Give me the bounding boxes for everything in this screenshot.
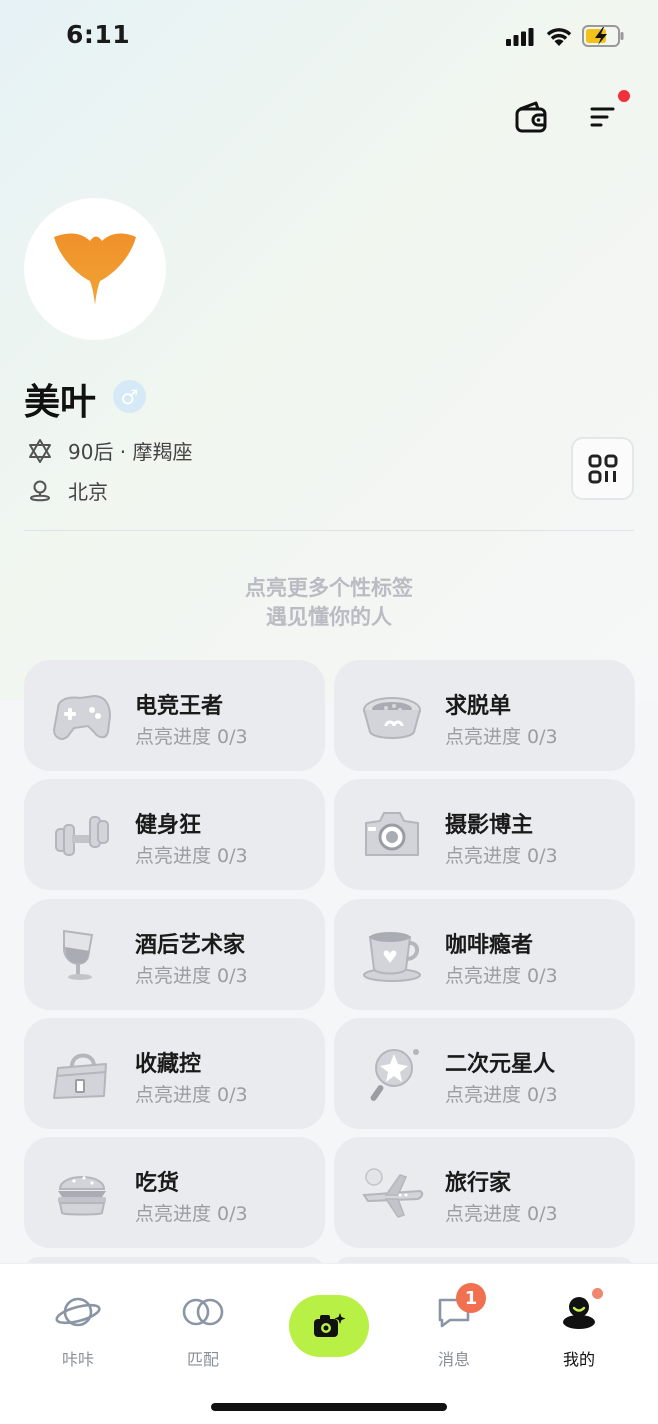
tab-label: 咔咔 [61, 1350, 94, 1369]
tag-card-dating[interactable]: 求脱单 点亮进度 0/3 [334, 660, 635, 771]
status-time: 6:11 [66, 20, 131, 49]
wallet-button[interactable] [511, 97, 551, 137]
home-indicator [211, 1403, 447, 1411]
birth-info-text: 90后 · 摩羯座 [68, 440, 193, 464]
slogan-line-2: 遇见懂你的人 [266, 605, 392, 629]
tag-title: 电竞王者 [135, 694, 224, 719]
tag-card-travel[interactable]: 旅行家 点亮进度 0/3 [334, 1137, 635, 1248]
tag-card-coffee[interactable]: 咖啡瘾者 点亮进度 0/3 [334, 899, 635, 1010]
wallet-icon [515, 101, 547, 133]
location-pin-icon [26, 477, 54, 505]
tag-progress: 点亮进度 0/3 [445, 965, 558, 987]
tag-progress: 点亮进度 0/3 [445, 1084, 558, 1106]
tag-title: 健身狂 [135, 813, 202, 838]
tag-title: 求脱单 [445, 694, 512, 719]
me-notification-dot [592, 1288, 603, 1299]
menu-button[interactable] [584, 97, 624, 137]
tag-title: 酒后艺术家 [135, 933, 246, 958]
user-name: 美叶 [24, 382, 97, 423]
handbag-icon [53, 1053, 107, 1099]
tag-card-gaming[interactable]: 电竞王者 点亮进度 0/3 [24, 660, 325, 771]
message-badge: 1 [456, 1283, 486, 1313]
gender-male-icon: ♂ [113, 380, 146, 413]
cellular-signal-icon [506, 28, 534, 46]
ginkgo-leaf-icon [54, 233, 136, 305]
tag-card-anime[interactable]: 二次元星人 点亮进度 0/3 [334, 1018, 635, 1129]
coffee-cup-icon [363, 932, 421, 982]
tag-progress: 点亮进度 0/3 [135, 1084, 248, 1106]
tab-label: 匹配 [186, 1350, 219, 1369]
tag-title: 摄影博主 [445, 813, 534, 838]
tag-card-collecting[interactable]: 收藏控 点亮进度 0/3 [24, 1018, 325, 1129]
location-text: 北京 [68, 480, 108, 504]
section-divider [24, 530, 634, 531]
status-bar: 6:11 [0, 0, 658, 70]
slogan-line-1: 点亮更多个性标签 [245, 576, 413, 600]
star-of-david-icon [26, 437, 54, 465]
tag-title: 吃货 [135, 1171, 180, 1196]
avatar[interactable] [24, 198, 166, 340]
tab-label: 消息 [437, 1350, 470, 1369]
planet-icon [54, 1290, 102, 1334]
tag-progress: 点亮进度 0/3 [135, 845, 248, 867]
gamepad-icon [52, 694, 112, 740]
menu-notification-dot [618, 90, 630, 102]
qr-code-button[interactable] [571, 437, 634, 500]
tag-progress: 点亮进度 0/3 [445, 726, 558, 748]
tag-progress: 点亮进度 0/3 [135, 726, 248, 748]
pet-bowl-icon [363, 697, 421, 739]
location-row: 北京 [26, 476, 108, 505]
tag-title: 二次元星人 [445, 1052, 556, 1077]
camera-sparkle-icon [314, 1313, 346, 1337]
tab-match[interactable]: 匹配 [163, 1290, 243, 1370]
tab-kaka[interactable]: 咔咔 [38, 1290, 118, 1370]
burger-icon [58, 1176, 106, 1216]
tag-progress: 点亮进度 0/3 [135, 1203, 248, 1225]
tag-card-fitness[interactable]: 健身狂 点亮进度 0/3 [24, 779, 325, 890]
tag-card-wine[interactable]: 酒后艺术家 点亮进度 0/3 [24, 899, 325, 1010]
qr-code-icon [588, 454, 617, 483]
tag-progress: 点亮进度 0/3 [135, 965, 248, 987]
magic-wand-icon [370, 1049, 419, 1101]
airplane-icon [362, 1168, 424, 1218]
camera-icon [365, 812, 419, 856]
tag-card-photography[interactable]: 摄影博主 点亮进度 0/3 [334, 779, 635, 890]
tag-title: 收藏控 [135, 1052, 202, 1077]
birth-info-row: 90后 · 摩羯座 [26, 436, 193, 465]
tag-title: 咖啡瘾者 [445, 933, 534, 958]
wifi-icon [546, 28, 572, 46]
tag-progress: 点亮进度 0/3 [445, 1203, 558, 1225]
wine-glass-icon [63, 929, 94, 980]
center-camera-button[interactable] [289, 1295, 369, 1357]
tab-me[interactable]: 我的 [539, 1290, 619, 1370]
battery-charging-icon [582, 25, 624, 47]
tag-card-foodie[interactable]: 吃货 点亮进度 0/3 [24, 1137, 325, 1248]
match-rings-icon [179, 1290, 227, 1334]
dumbbell-icon [55, 816, 109, 856]
menu-lines-icon [590, 107, 615, 127]
tab-label: 我的 [562, 1350, 595, 1369]
tag-progress: 点亮进度 0/3 [445, 845, 558, 867]
tag-title: 旅行家 [445, 1171, 512, 1196]
